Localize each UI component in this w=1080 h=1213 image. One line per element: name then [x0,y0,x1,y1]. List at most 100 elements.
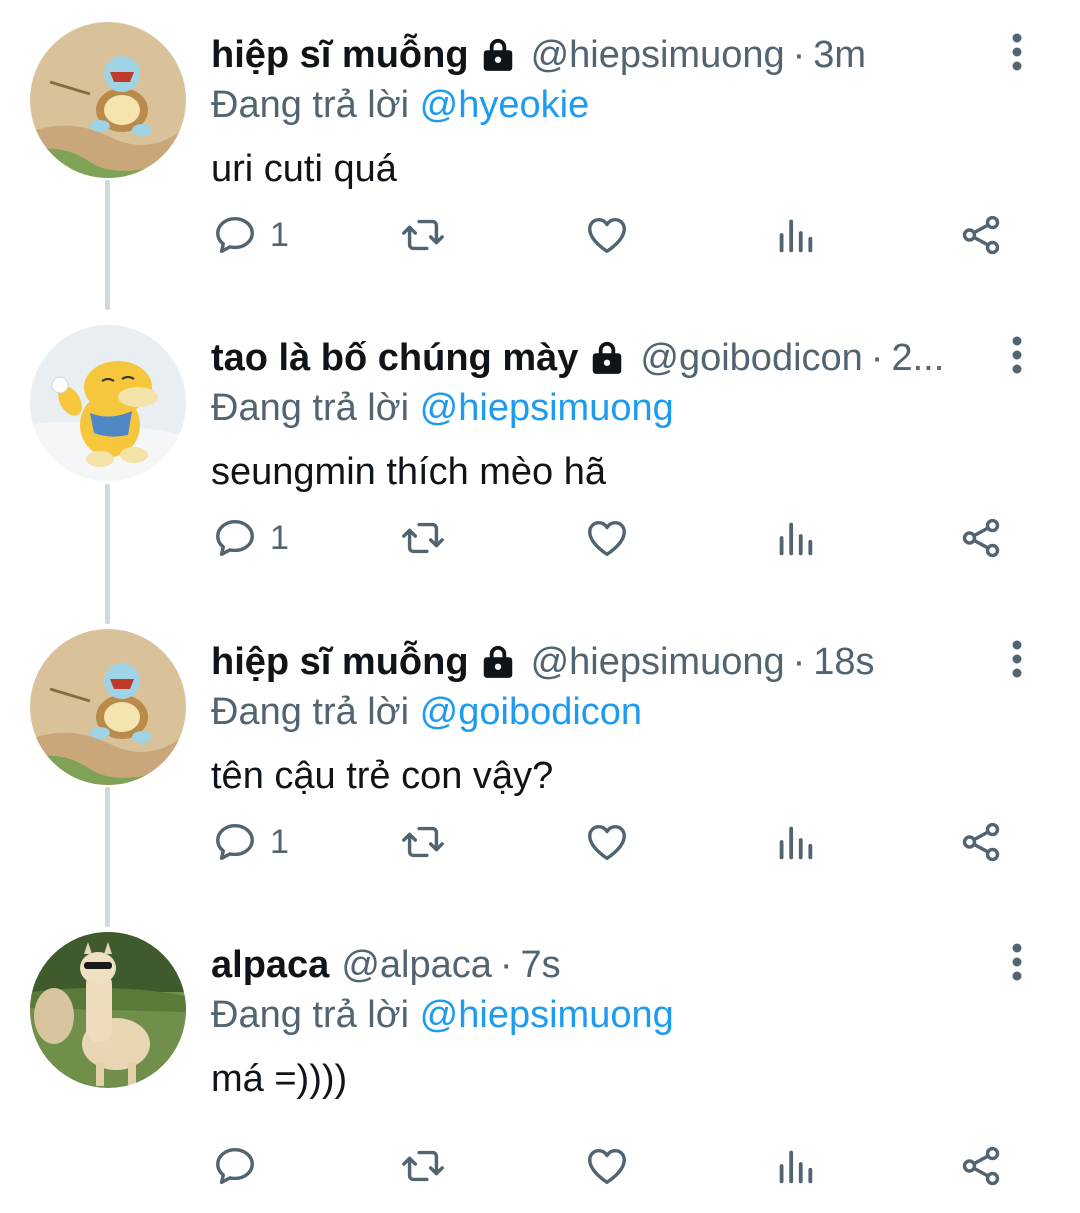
reply-count: 1 [270,518,289,557]
views-icon [779,219,813,253]
avatar[interactable] [30,932,186,1088]
reply-mention-link[interactable]: @hiepsimuong [420,387,674,429]
handle[interactable]: @goibodicon [640,337,862,379]
squirtle-avatar-image [30,629,186,785]
separator: · [499,943,513,986]
reply-icon [216,1147,254,1185]
like-button[interactable] [584,1136,630,1196]
more-options-button[interactable] [1000,637,1034,681]
display-name[interactable]: hiệp sĩ muỗng [211,34,469,77]
lock-icon [479,643,517,681]
replying-to: Đang trả lời @hiepsimuong [211,383,674,433]
avatar[interactable] [30,22,186,178]
handle[interactable]: @hiepsimuong [531,641,785,683]
share-icon [962,518,1000,558]
more-options-button[interactable] [1000,30,1034,74]
reply-count: 1 [270,822,289,861]
views-icon [779,522,813,556]
separator: · [792,640,806,683]
squirtle-avatar-image [30,22,186,178]
share-button[interactable] [958,508,1004,568]
tweet-actions [0,1136,1080,1196]
share-button[interactable] [958,812,1004,872]
more-options-button[interactable] [1000,333,1034,377]
retweet-button[interactable] [400,1136,446,1196]
reply-button[interactable]: 1 [212,508,289,568]
reply-button[interactable]: 1 [212,812,289,872]
retweet-button[interactable] [400,508,446,568]
more-icon [1012,336,1022,374]
display-name[interactable]: hiệp sĩ muỗng [211,641,469,684]
reply-prefix: Đang trả lời [211,387,410,429]
views-button[interactable] [772,205,818,265]
tweet[interactable]: hiệp sĩ muỗng @hiepsimuong · 3m Đang trả l… [0,0,1080,303]
psyduck-avatar-image [30,325,186,481]
tweet-text: uri cuti quá [211,148,397,190]
retweet-button[interactable] [400,812,446,872]
replying-to: Đang trả lời @goibodicon [211,687,642,737]
like-button[interactable] [584,812,630,872]
tweet-actions: 1 [0,508,1080,568]
display-name[interactable]: alpaca [211,944,329,987]
like-icon [588,1148,626,1185]
reply-icon [216,823,254,861]
like-icon [588,824,626,861]
tweet-text: tên cậu trẻ con vậy? [211,755,554,797]
alpaca-avatar-image [30,932,186,1088]
tweet[interactable]: alpaca @alpaca · 7s Đang trả lời @hiepsimu… [0,910,1080,1213]
more-icon [1012,33,1022,71]
display-name[interactable]: tao là bố chúng mày [211,337,578,380]
share-icon [962,1146,1000,1186]
share-button[interactable] [958,1136,1004,1196]
lock-icon [588,339,626,377]
reply-prefix: Đang trả lời [211,994,410,1036]
more-options-button[interactable] [1000,940,1034,984]
timestamp[interactable]: 3m [813,34,866,76]
reply-mention-link[interactable]: @goibodicon [420,691,642,733]
reply-mention-link[interactable]: @hyeokie [420,84,590,126]
timestamp[interactable]: 7s [521,944,561,986]
views-button[interactable] [772,812,818,872]
replying-to: Đang trả lời @hiepsimuong [211,990,674,1040]
more-icon [1012,640,1022,678]
reply-button[interactable]: 1 [212,205,289,265]
views-icon [779,1150,813,1184]
reply-prefix: Đang trả lời [211,691,410,733]
views-button[interactable] [772,508,818,568]
reply-mention-link[interactable]: @hiepsimuong [420,994,674,1036]
timestamp[interactable]: 2... [891,337,944,379]
tweet-text: seungmin thích mèo hã [211,451,607,493]
like-button[interactable] [584,205,630,265]
avatar[interactable] [30,325,186,481]
reply-icon [216,519,254,557]
tweet-text: má =)))) [211,1058,348,1100]
lock-icon [479,36,517,74]
tweet[interactable]: tao là bố chúng mày @goibodicon · 2... Đan… [0,303,1080,606]
replying-to: Đang trả lời @hyeokie [211,80,589,130]
more-icon [1012,943,1022,981]
like-icon [588,217,626,254]
retweet-button[interactable] [400,205,446,265]
timestamp[interactable]: 18s [813,641,874,683]
separator: · [870,336,884,379]
retweet-icon [402,826,444,858]
separator: · [792,33,806,76]
handle[interactable]: @alpaca [341,944,492,986]
handle[interactable]: @hiepsimuong [531,34,785,76]
tweet-actions: 1 [0,205,1080,265]
avatar[interactable] [30,629,186,785]
retweet-icon [402,219,444,251]
views-icon [779,826,813,860]
reply-icon [216,216,254,254]
tweet-actions: 1 [0,812,1080,872]
reply-prefix: Đang trả lời [211,84,410,126]
like-icon [588,520,626,557]
views-button[interactable] [772,1136,818,1196]
share-button[interactable] [958,205,1004,265]
reply-count: 1 [270,215,289,254]
like-button[interactable] [584,508,630,568]
retweet-icon [402,1150,444,1182]
retweet-icon [402,522,444,554]
reply-button[interactable] [212,1136,258,1196]
tweet[interactable]: hiệp sĩ muỗng @hiepsimuong · 18s Đang trả … [0,607,1080,910]
